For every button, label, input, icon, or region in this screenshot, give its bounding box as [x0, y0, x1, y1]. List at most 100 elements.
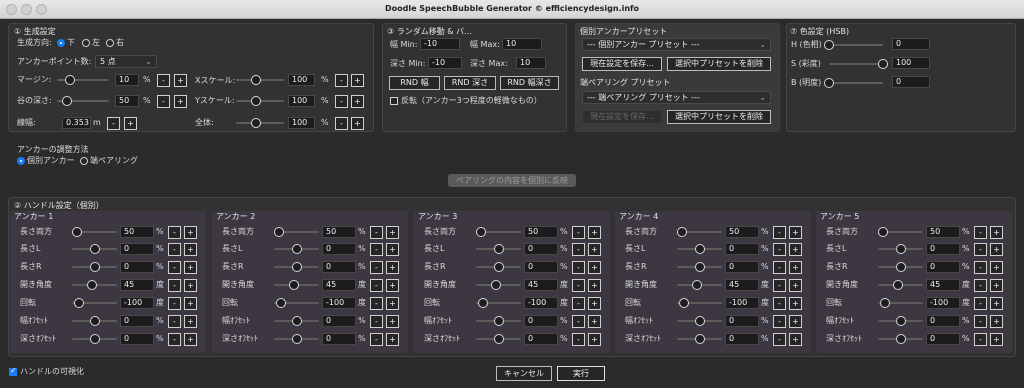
- handle-plus-button[interactable]: +: [588, 226, 601, 239]
- handle-value-field[interactable]: 0: [322, 333, 356, 345]
- yscale-minus-button[interactable]: -: [335, 95, 348, 108]
- handle-value-field[interactable]: 0: [120, 333, 154, 345]
- yscale-slider[interactable]: [236, 96, 284, 106]
- handle-plus-button[interactable]: +: [588, 297, 601, 310]
- handle-slider[interactable]: [72, 316, 117, 326]
- handle-plus-button[interactable]: +: [789, 243, 802, 256]
- handle-slider-thumb[interactable]: [72, 227, 83, 237]
- save-individual-preset-button[interactable]: 現在設定を保存...: [582, 57, 662, 71]
- handle-slider[interactable]: [677, 244, 722, 254]
- xscale-plus-button[interactable]: +: [351, 74, 364, 87]
- handle-plus-button[interactable]: +: [789, 226, 802, 239]
- handle-slider[interactable]: [72, 244, 117, 254]
- handle-minus-button[interactable]: -: [974, 315, 987, 328]
- depth-max-field[interactable]: 10: [516, 57, 546, 69]
- handle-slider-thumb[interactable]: [73, 298, 84, 308]
- hue-slider[interactable]: [824, 40, 883, 50]
- yscale-plus-button[interactable]: +: [351, 95, 364, 108]
- handle-slider-thumb[interactable]: [491, 280, 502, 290]
- pair-preset-select[interactable]: --- 端ペアリング プリセット --- ⌄: [582, 91, 771, 104]
- handle-plus-button[interactable]: +: [990, 261, 1003, 274]
- handle-plus-button[interactable]: +: [386, 226, 399, 239]
- xscale-slider[interactable]: [236, 75, 284, 85]
- handle-value-field[interactable]: 0: [322, 243, 356, 255]
- handle-slider-thumb[interactable]: [895, 244, 906, 254]
- handle-value-field[interactable]: 45: [524, 279, 558, 291]
- handle-slider[interactable]: [274, 244, 319, 254]
- handle-minus-button[interactable]: -: [168, 279, 181, 292]
- handle-slider-thumb[interactable]: [291, 262, 302, 272]
- handle-value-field[interactable]: -100: [120, 297, 154, 309]
- handle-plus-button[interactable]: +: [588, 315, 601, 328]
- handle-value-field[interactable]: 0: [322, 315, 356, 327]
- handle-slider[interactable]: [274, 227, 319, 237]
- handle-value-field[interactable]: 50: [524, 226, 558, 238]
- handle-minus-button[interactable]: -: [773, 226, 786, 239]
- handle-plus-button[interactable]: +: [184, 226, 197, 239]
- handle-value-field[interactable]: 45: [725, 279, 759, 291]
- handle-minus-button[interactable]: -: [370, 279, 383, 292]
- handle-plus-button[interactable]: +: [990, 297, 1003, 310]
- handle-plus-button[interactable]: +: [789, 315, 802, 328]
- rnd-depth-button[interactable]: RND 深さ: [444, 76, 496, 90]
- overall-scale-plus-button[interactable]: +: [351, 117, 364, 130]
- xscale-slider-thumb[interactable]: [251, 75, 262, 85]
- handle-slider-thumb[interactable]: [677, 227, 688, 237]
- yscale-field[interactable]: 100: [288, 95, 315, 107]
- depth-minus-button[interactable]: -: [157, 95, 170, 108]
- handle-value-field[interactable]: 50: [120, 226, 154, 238]
- handle-slider-thumb[interactable]: [291, 244, 302, 254]
- handle-minus-button[interactable]: -: [773, 279, 786, 292]
- handle-slider[interactable]: [72, 227, 117, 237]
- handle-value-field[interactable]: -100: [926, 297, 960, 309]
- handle-minus-button[interactable]: -: [370, 315, 383, 328]
- handle-minus-button[interactable]: -: [168, 243, 181, 256]
- handle-minus-button[interactable]: -: [370, 243, 383, 256]
- handle-value-field[interactable]: -100: [725, 297, 759, 309]
- handle-value-field[interactable]: 0: [725, 315, 759, 327]
- handle-value-field[interactable]: 0: [322, 261, 356, 273]
- handle-slider-thumb[interactable]: [692, 280, 703, 290]
- handle-slider-thumb[interactable]: [879, 298, 890, 308]
- handle-plus-button[interactable]: +: [588, 243, 601, 256]
- handle-value-field[interactable]: 45: [322, 279, 356, 291]
- handle-minus-button[interactable]: -: [572, 333, 585, 346]
- delete-individual-preset-button[interactable]: 選択中プリセットを削除: [667, 57, 771, 71]
- handle-slider[interactable]: [72, 280, 117, 290]
- handle-value-field[interactable]: 0: [524, 261, 558, 273]
- handle-value-field[interactable]: -100: [322, 297, 356, 309]
- handle-slider[interactable]: [878, 316, 923, 326]
- handle-slider-thumb[interactable]: [274, 227, 285, 237]
- handle-slider[interactable]: [677, 262, 722, 272]
- handle-slider[interactable]: [274, 280, 319, 290]
- handle-slider-thumb[interactable]: [694, 244, 705, 254]
- handle-minus-button[interactable]: -: [370, 333, 383, 346]
- handle-slider-thumb[interactable]: [493, 316, 504, 326]
- overall-scale-minus-button[interactable]: -: [335, 117, 348, 130]
- direction-left-radio[interactable]: [82, 39, 90, 47]
- handle-slider-thumb[interactable]: [694, 316, 705, 326]
- handle-slider[interactable]: [476, 280, 521, 290]
- handle-slider[interactable]: [878, 244, 923, 254]
- handle-slider[interactable]: [476, 334, 521, 344]
- handle-slider-thumb[interactable]: [493, 334, 504, 344]
- handle-slider[interactable]: [677, 298, 722, 308]
- handle-minus-button[interactable]: -: [168, 261, 181, 274]
- handle-plus-button[interactable]: +: [789, 297, 802, 310]
- handle-value-field[interactable]: 0: [725, 333, 759, 345]
- handle-value-field[interactable]: 0: [926, 315, 960, 327]
- handle-value-field[interactable]: 0: [524, 243, 558, 255]
- handle-plus-button[interactable]: +: [789, 279, 802, 292]
- handle-slider[interactable]: [476, 298, 521, 308]
- handle-slider[interactable]: [677, 316, 722, 326]
- handle-value-field[interactable]: 0: [926, 243, 960, 255]
- handle-minus-button[interactable]: -: [572, 315, 585, 328]
- handle-minus-button[interactable]: -: [370, 226, 383, 239]
- line-width-field[interactable]: 0.353: [62, 117, 91, 129]
- cancel-button[interactable]: キャンセル: [496, 366, 552, 381]
- handle-slider[interactable]: [476, 262, 521, 272]
- direction-down-radio[interactable]: [57, 39, 65, 47]
- handle-slider-thumb[interactable]: [289, 280, 300, 290]
- saturation-slider[interactable]: [829, 59, 888, 69]
- handle-value-field[interactable]: 45: [120, 279, 154, 291]
